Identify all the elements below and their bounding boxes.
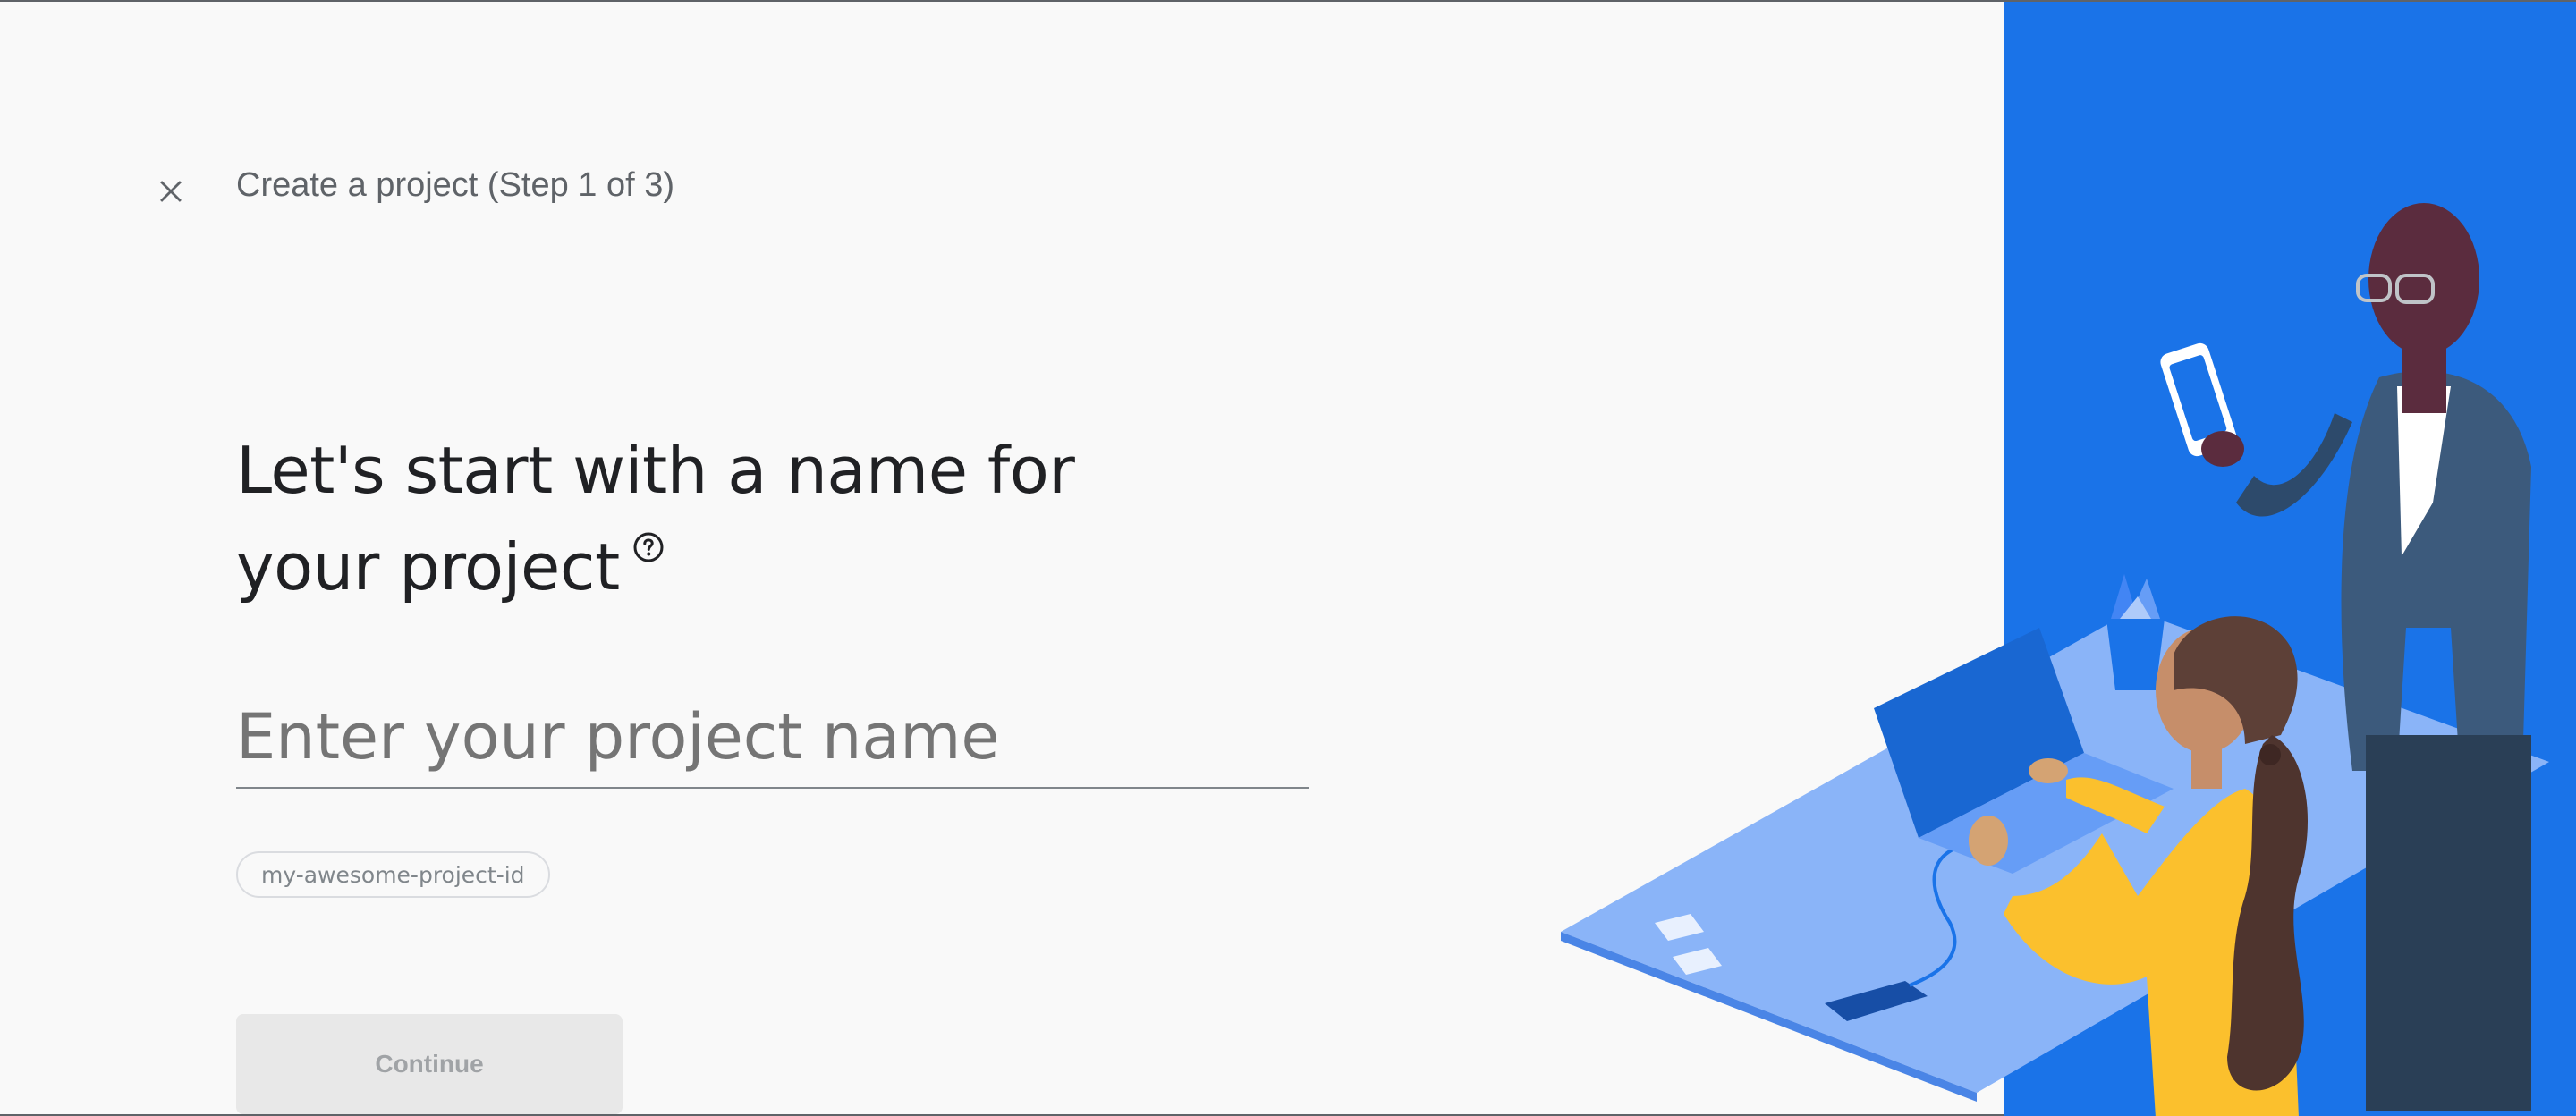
project-illustration xyxy=(1561,203,2549,1116)
project-name-field xyxy=(236,686,1309,789)
create-project-page: Create a project (Step 1 of 3) Let's sta… xyxy=(0,0,2576,1116)
help-circle-icon[interactable] xyxy=(632,531,665,563)
plant-illustration xyxy=(2106,619,2165,690)
close-button[interactable] xyxy=(149,170,192,213)
project-id-chip[interactable]: my-awesome-project-id xyxy=(236,851,550,898)
heading-line-1: Let's start with a name for xyxy=(236,433,1075,508)
project-name-input[interactable] xyxy=(236,686,1309,787)
continue-button[interactable]: Continue xyxy=(236,1014,623,1114)
heading-line-2-text: your project xyxy=(236,529,620,604)
heading-line-2: your project xyxy=(236,519,1309,615)
close-icon xyxy=(160,181,182,202)
page-heading: Let's start with a name for your project xyxy=(236,422,1309,615)
step-title: Create a project (Step 1 of 3) xyxy=(236,166,675,204)
